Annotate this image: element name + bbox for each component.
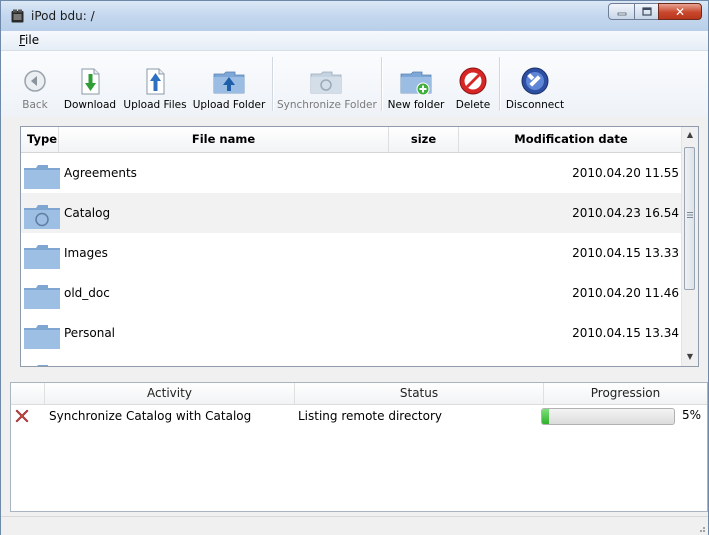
file-name: Personal bbox=[64, 326, 116, 340]
progress-percent: 5% bbox=[681, 408, 701, 422]
close-icon: ✕ bbox=[674, 4, 686, 19]
progress-bar-fill bbox=[542, 409, 549, 424]
activity-name: Synchronize Catalog with Catalog bbox=[49, 409, 252, 423]
disconnect-icon bbox=[521, 67, 549, 95]
file-name: Catalog bbox=[64, 206, 111, 220]
app-window: iPod bdu: / ✕ File Back Download Upload … bbox=[0, 0, 709, 535]
close-button[interactable]: ✕ bbox=[658, 3, 702, 20]
folder-icon bbox=[24, 325, 60, 349]
back-button[interactable]: Back bbox=[17, 61, 53, 115]
minimize-icon bbox=[617, 12, 626, 15]
column-header-icon bbox=[11, 383, 45, 404]
file-name: Images bbox=[64, 246, 108, 260]
download-button[interactable]: Download bbox=[63, 61, 117, 115]
file-row-agreements[interactable]: Agreements 2010.04.20 11.55 bbox=[21, 153, 683, 193]
file-modified-date: 2010.04.23 16.54 bbox=[572, 206, 679, 220]
column-header-status[interactable]: Status bbox=[295, 383, 544, 404]
upload-files-button[interactable]: Upload Files bbox=[123, 61, 187, 115]
file-list: Type File name size Modification date Ag… bbox=[20, 126, 699, 367]
back-arrow-icon bbox=[24, 70, 46, 92]
upload-files-label: Upload Files bbox=[123, 99, 187, 111]
file-row-images[interactable]: Images 2010.04.15 13.33 bbox=[21, 233, 683, 273]
scrollbar-thumb[interactable] bbox=[684, 147, 695, 290]
back-label: Back bbox=[22, 99, 48, 111]
cancel-task-icon[interactable] bbox=[15, 409, 29, 423]
activity-status: Listing remote directory bbox=[298, 409, 443, 423]
file-row-personal[interactable]: Personal 2010.04.15 13.34 bbox=[21, 313, 683, 353]
toolbar-separator bbox=[272, 57, 274, 111]
activity-panel: Activity Status Progression Synchronize … bbox=[10, 382, 708, 512]
column-header-size[interactable]: size bbox=[389, 127, 459, 152]
file-row-partial[interactable] bbox=[21, 353, 683, 366]
column-header-type[interactable]: Type bbox=[21, 127, 59, 152]
file-list-rows: Agreements 2010.04.20 11.55 Catalog 2010… bbox=[21, 153, 683, 366]
column-header-activity[interactable]: Activity bbox=[45, 383, 295, 404]
folder-icon bbox=[37, 365, 48, 366]
sync-folder-icon bbox=[24, 205, 60, 229]
folder-icon bbox=[24, 165, 60, 189]
minimize-button[interactable] bbox=[608, 3, 635, 20]
synchronize-folder-icon bbox=[310, 71, 342, 94]
file-list-scrollbar[interactable]: ▲ ▼ bbox=[681, 127, 698, 366]
scroll-up-icon[interactable]: ▲ bbox=[682, 127, 698, 143]
file-modified-date: 2010.04.15 13.34 bbox=[572, 326, 679, 340]
new-folder-icon bbox=[400, 71, 432, 96]
disconnect-button[interactable]: Disconnect bbox=[504, 61, 566, 115]
synchronize-folder-button[interactable]: Synchronize Folder bbox=[277, 61, 377, 115]
activity-header: Activity Status Progression bbox=[11, 383, 707, 405]
delete-label: Delete bbox=[455, 99, 491, 111]
file-name: old_doc bbox=[64, 286, 110, 300]
folder-icon bbox=[24, 285, 60, 309]
folder-icon bbox=[24, 245, 60, 269]
title-bar[interactable]: iPod bdu: / ✕ bbox=[1, 1, 708, 32]
ipod-icon bbox=[11, 9, 24, 23]
upload-folder-button[interactable]: Upload Folder bbox=[191, 61, 267, 115]
disconnect-label: Disconnect bbox=[505, 99, 565, 111]
file-row-catalog[interactable]: Catalog 2010.04.23 16.54 bbox=[21, 193, 683, 233]
upload-folder-label: Upload Folder bbox=[192, 99, 266, 111]
toolbar-separator bbox=[499, 57, 501, 111]
menu-bar: File bbox=[1, 31, 708, 51]
file-modified-date: 2010.04.20 11.55 bbox=[572, 166, 679, 180]
maximize-button[interactable] bbox=[634, 3, 659, 20]
file-modified-date: 2010.04.20 11.46 bbox=[572, 286, 679, 300]
file-name: Agreements bbox=[64, 166, 137, 180]
resize-grip-icon[interactable] bbox=[696, 523, 706, 533]
menu-file-label: ile bbox=[25, 33, 40, 47]
window-controls: ✕ bbox=[608, 3, 702, 21]
toolbar: Back Download Upload Files Upload Folder… bbox=[1, 51, 708, 117]
column-header-progression[interactable]: Progression bbox=[544, 383, 707, 404]
window-title: iPod bdu: / bbox=[31, 9, 95, 23]
column-header-file-name[interactable]: File name bbox=[59, 127, 389, 152]
toolbar-separator bbox=[381, 57, 383, 111]
column-header-modification-date[interactable]: Modification date bbox=[459, 127, 683, 152]
delete-button[interactable]: Delete bbox=[451, 61, 495, 115]
download-icon bbox=[81, 68, 100, 95]
new-folder-button[interactable]: New folder bbox=[387, 61, 445, 115]
download-label: Download bbox=[63, 99, 117, 111]
grip-icon bbox=[687, 212, 693, 218]
scroll-down-icon[interactable]: ▼ bbox=[682, 349, 698, 365]
activity-row[interactable]: Synchronize Catalog with Catalog Listing… bbox=[11, 405, 707, 427]
maximize-icon bbox=[641, 7, 652, 16]
file-list-header: Type File name size Modification date bbox=[21, 127, 683, 153]
menu-file[interactable]: File bbox=[19, 33, 39, 47]
synchronize-folder-label: Synchronize Folder bbox=[277, 99, 377, 111]
status-bar bbox=[1, 516, 708, 535]
progress-bar bbox=[541, 408, 675, 425]
upload-file-icon bbox=[146, 68, 165, 95]
file-modified-date: 2010.04.15 13.33 bbox=[572, 246, 679, 260]
upload-folder-icon bbox=[213, 71, 245, 94]
file-row-old-doc[interactable]: old_doc 2010.04.20 11.46 bbox=[21, 273, 683, 313]
new-folder-label: New folder bbox=[387, 99, 445, 111]
delete-icon bbox=[459, 67, 487, 95]
